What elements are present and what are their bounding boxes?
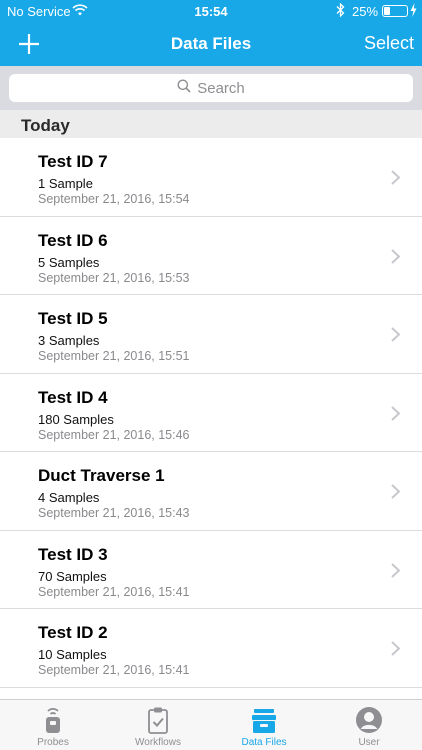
chevron-right-icon	[391, 405, 400, 421]
sample-count: 4 Samples	[38, 490, 100, 505]
tab-user[interactable]: User	[316, 700, 422, 750]
chevron-right-icon	[391, 248, 400, 264]
search-input[interactable]: Search	[9, 74, 413, 102]
sample-count: 5 Samples	[38, 254, 100, 270]
section-label: Today	[21, 116, 70, 135]
sample-count: 70 Samples	[38, 568, 107, 584]
tab-data-files[interactable]: Data Files	[211, 700, 317, 750]
tab-label: Workflows	[135, 737, 181, 748]
list-item[interactable]: Test ID 6 5 Samples September 21, 2016, …	[0, 216, 422, 295]
tab-workflows[interactable]: Workflows	[105, 700, 211, 750]
file-date: September 21, 2016, 15:43	[38, 506, 190, 520]
probe-icon	[0, 706, 106, 734]
navigation-bar: Data Files Select	[0, 22, 422, 66]
file-date: September 21, 2016, 15:46	[38, 427, 190, 442]
battery-level-fill	[384, 7, 390, 15]
file-name: Test ID 2	[38, 623, 108, 642]
file-name: Test ID 7	[38, 152, 108, 171]
list-item[interactable]: Test ID 2 10 Samples September 21, 2016,…	[0, 609, 422, 688]
sample-count: 1 Sample	[38, 176, 93, 191]
tab-probes[interactable]: Probes	[0, 700, 106, 750]
list-item[interactable]: Test ID 3 70 Samples September 21, 2016,…	[0, 530, 422, 609]
status-bar: No Service 15:54 25%	[0, 0, 422, 22]
top-bar: No Service 15:54 25% Data Files Select	[0, 0, 422, 66]
data-files-list: Test ID 7 1 Sample September 21, 2016, 1…	[0, 138, 422, 688]
file-name: Duct Traverse 1	[38, 466, 165, 485]
sample-count: 3 Samples	[38, 333, 100, 348]
bluetooth-icon	[336, 2, 345, 20]
file-box-icon	[211, 706, 317, 734]
search-icon	[177, 79, 191, 98]
list-item[interactable]: Test ID 5 3 Samples September 21, 2016, …	[0, 295, 422, 374]
chevron-right-icon	[391, 641, 400, 656]
file-name: Test ID 3	[38, 544, 108, 564]
file-name: Test ID 4	[38, 387, 108, 407]
user-icon	[316, 706, 422, 734]
tab-label: Probes	[37, 737, 69, 748]
section-header-today: Today	[0, 110, 422, 138]
battery-percent: 25%	[352, 4, 379, 19]
app-screen: No Service 15:54 25% Data Files Select S…	[0, 0, 422, 750]
chevron-right-icon	[391, 327, 400, 342]
sample-count: 180 Samples	[38, 411, 114, 427]
list-item[interactable]: Duct Traverse 1 4 Samples September 21, …	[0, 452, 422, 531]
search-bar-container: Search	[0, 66, 422, 110]
file-name: Test ID 5	[38, 309, 108, 328]
clipboard-check-icon	[105, 706, 211, 734]
file-name: Test ID 6	[38, 230, 108, 250]
chevron-right-icon	[391, 562, 400, 578]
charging-bolt-icon	[410, 3, 417, 20]
page-title: Data Files	[170, 34, 252, 53]
file-date: September 21, 2016, 15:53	[38, 270, 190, 285]
file-date: September 21, 2016, 15:41	[38, 584, 190, 599]
tab-label: User	[358, 737, 380, 748]
file-date: September 21, 2016, 15:51	[38, 349, 190, 363]
list-item[interactable]: Test ID 7 1 Sample September 21, 2016, 1…	[0, 138, 422, 217]
battery-icon	[382, 5, 408, 17]
file-date: September 21, 2016, 15:54	[38, 192, 190, 206]
file-date: September 21, 2016, 15:41	[38, 663, 190, 677]
tab-label: Data Files	[241, 737, 287, 748]
sample-count: 10 Samples	[38, 647, 107, 662]
search-placeholder: Search	[197, 79, 245, 97]
tab-bar: Probes Workflows Data Files User	[0, 699, 422, 750]
chevron-right-icon	[391, 170, 400, 185]
select-button[interactable]: Select	[364, 33, 414, 54]
list-item[interactable]: Test ID 4 180 Samples September 21, 2016…	[0, 373, 422, 452]
chevron-right-icon	[391, 484, 400, 499]
